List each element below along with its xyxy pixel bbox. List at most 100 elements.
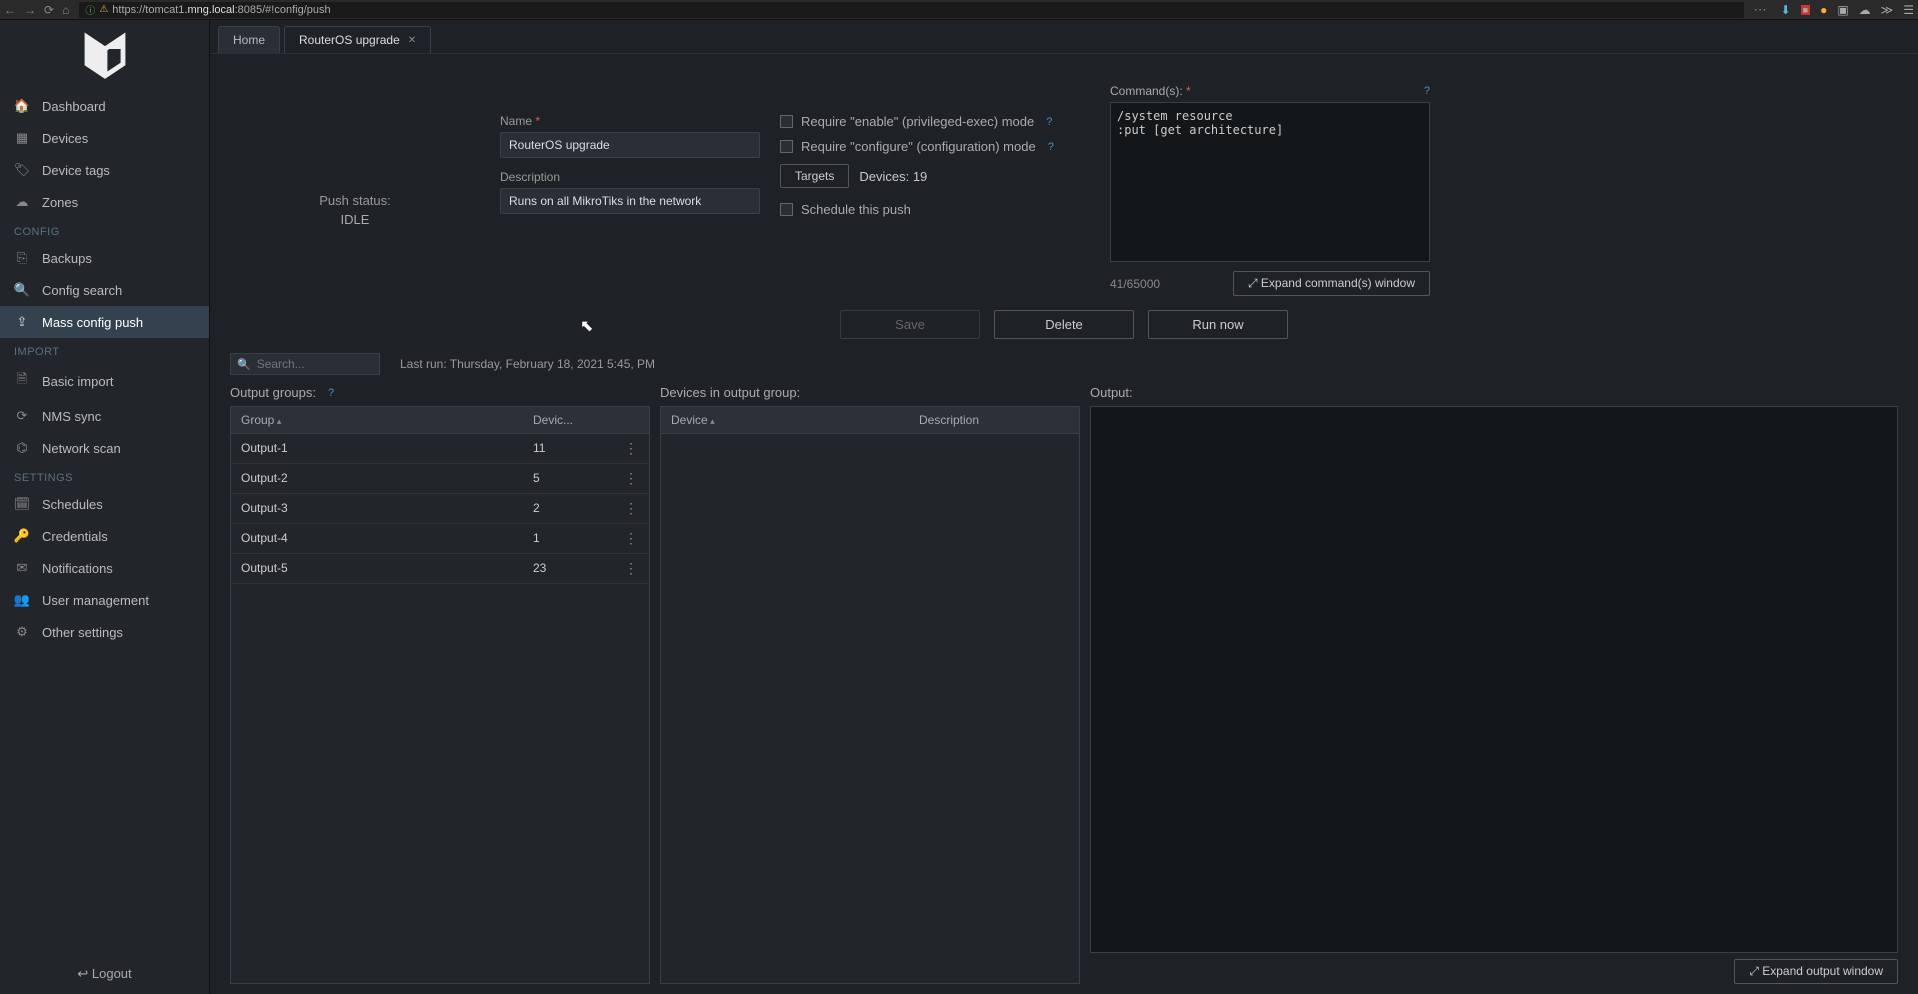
sidebar-item-user-management[interactable]: 👥 User management bbox=[0, 584, 209, 616]
search-box[interactable]: 🔍 bbox=[230, 353, 380, 375]
sidebar-item-schedules[interactable]: 🗓Schedules bbox=[0, 488, 209, 520]
logout-link[interactable]: ↩ Logout bbox=[77, 966, 131, 981]
mail-icon: ✉ bbox=[14, 560, 30, 576]
tab-home[interactable]: Home bbox=[218, 26, 280, 53]
browser-chrome: ← → ⟳ ⌂ ⓘ ⚠ https://tomcat1.mng.local:80… bbox=[0, 0, 1918, 20]
tags-icon: 🏷 bbox=[14, 162, 30, 178]
sidebar-item-label: Backups bbox=[42, 251, 92, 266]
enable-mode-label: Require "enable" (privileged-exec) mode bbox=[801, 114, 1034, 129]
sidebar-item-label: Schedules bbox=[42, 497, 103, 512]
back-icon[interactable]: ← bbox=[4, 3, 16, 17]
sidebar-item-label: Dashboard bbox=[42, 99, 106, 114]
table-row[interactable]: Output-523 ⋮ bbox=[231, 554, 649, 584]
cogs-icon: ⚙ bbox=[14, 624, 30, 640]
sidebar-item-label: User management bbox=[42, 593, 149, 608]
sidebar-item-notifications[interactable]: ✉Notifications bbox=[0, 552, 209, 584]
url-text: https://tomcat1.mng.local:8085/#!config/… bbox=[112, 4, 330, 16]
forward-icon[interactable]: → bbox=[24, 3, 36, 17]
group-count-cell: 5 bbox=[523, 464, 613, 493]
menu-icon[interactable]: ☰ bbox=[1903, 3, 1914, 17]
name-input[interactable] bbox=[500, 132, 760, 158]
sidebar-item-config-search[interactable]: 🔍Config search bbox=[0, 274, 209, 306]
sidebar-item-backups[interactable]: ⎘Backups bbox=[0, 242, 209, 274]
table-row[interactable]: Output-41⋮ bbox=[231, 524, 649, 554]
help-icon[interactable]: ? bbox=[1424, 85, 1430, 97]
group-count-cell: 23 bbox=[523, 554, 613, 583]
expand-output-button[interactable]: ⤢ Expand output window bbox=[1734, 959, 1898, 984]
run-now-button[interactable]: Run now bbox=[1148, 310, 1288, 339]
row-menu-icon[interactable]: ⋮ bbox=[624, 560, 638, 576]
help-icon[interactable]: ? bbox=[328, 387, 334, 399]
tachometer-icon: 🏠 bbox=[14, 98, 30, 114]
col-devices-header[interactable]: Devic... bbox=[523, 407, 613, 433]
row-menu-icon[interactable]: ⋮ bbox=[624, 500, 638, 516]
sidebar-item-devices[interactable]: ▦Devices bbox=[0, 122, 209, 154]
sidebar-item-network-scan[interactable]: ⌬Network scan bbox=[0, 432, 209, 464]
close-icon[interactable]: ✕ bbox=[408, 35, 416, 46]
ellipsis-icon[interactable]: ⋯ bbox=[1754, 2, 1767, 18]
sidebar-item-label: Other settings bbox=[42, 625, 123, 640]
col-group-header[interactable]: Group bbox=[231, 407, 523, 433]
sidebar-item-other-settings[interactable]: ⚙ Other settings bbox=[0, 616, 209, 648]
ext-icon-4[interactable]: ☁ bbox=[1859, 3, 1871, 17]
group-count-cell: 11 bbox=[523, 434, 613, 463]
overflow-icon[interactable]: ≫ bbox=[1881, 3, 1894, 17]
sidebar-item-nms-sync[interactable]: ⟳NMS sync bbox=[0, 400, 209, 432]
commands-textarea[interactable]: /system resource :put [get architecture] bbox=[1110, 102, 1430, 262]
download-icon[interactable]: ⬇ bbox=[1781, 3, 1791, 17]
users-icon: 👥 bbox=[14, 592, 30, 608]
col-description-header[interactable]: Description bbox=[909, 407, 1079, 433]
search-input[interactable] bbox=[257, 357, 373, 371]
sidebar-item-dashboard[interactable]: 🏠 Dashboard bbox=[0, 90, 209, 122]
table-row[interactable]: Output-25⋮ bbox=[231, 464, 649, 494]
ext-icon-1[interactable]: ■ bbox=[1801, 5, 1810, 15]
delete-button[interactable]: Delete bbox=[994, 310, 1134, 339]
sidebar-item-credentials[interactable]: 🔑Credentials bbox=[0, 520, 209, 552]
schedule-checkbox[interactable] bbox=[780, 203, 793, 216]
upload-icon: ⇪ bbox=[14, 314, 30, 330]
url-bar[interactable]: ⓘ ⚠ https://tomcat1.mng.local:8085/#!con… bbox=[79, 2, 1743, 18]
sidebar-item-label: Device tags bbox=[42, 163, 110, 178]
push-status-label: Push status: bbox=[319, 193, 391, 208]
schedule-label: Schedule this push bbox=[801, 202, 911, 217]
sidebar-item-label: Config search bbox=[42, 283, 122, 298]
expand-commands-button[interactable]: ⤢ Expand command(s) window bbox=[1233, 271, 1430, 296]
logo bbox=[0, 20, 209, 90]
sidebar-item-device-tags[interactable]: 🏷 Device tags bbox=[0, 154, 209, 186]
save-button[interactable]: Save bbox=[840, 310, 980, 339]
reload-icon[interactable]: ⟳ bbox=[44, 3, 54, 17]
sidebar-item-label: Zones bbox=[42, 195, 78, 210]
targets-button[interactable]: Targets bbox=[780, 164, 849, 188]
sitemap-icon: ⌬ bbox=[14, 440, 30, 456]
table-row[interactable]: Output-111⋮ bbox=[231, 434, 649, 464]
row-menu-icon[interactable]: ⋮ bbox=[624, 470, 638, 486]
configure-mode-checkbox[interactable] bbox=[780, 140, 793, 153]
ext-icon-3[interactable]: ▣ bbox=[1837, 3, 1848, 17]
nav-section-label: CONFIG bbox=[0, 218, 209, 242]
grid-icon: ▦ bbox=[14, 130, 30, 146]
warning-icon: ⚠ bbox=[99, 4, 108, 15]
help-icon[interactable]: ? bbox=[1048, 141, 1054, 153]
refresh-icon: ⟳ bbox=[14, 408, 30, 424]
output-groups-table: Group Devic... Output-111⋮Output-25⋮Outp… bbox=[230, 406, 650, 984]
tab-routeros-upgrade[interactable]: RouterOS upgrade✕ bbox=[284, 26, 431, 53]
last-run-text: Last run: Thursday, February 18, 2021 5:… bbox=[400, 357, 655, 371]
group-count-cell: 2 bbox=[523, 494, 613, 523]
help-icon[interactable]: ? bbox=[1046, 116, 1052, 128]
group-name-cell: Output-5 bbox=[231, 554, 523, 583]
col-device-header[interactable]: Device bbox=[661, 407, 909, 433]
row-menu-icon[interactable]: ⋮ bbox=[624, 440, 638, 456]
ext-icon-2[interactable]: ● bbox=[1820, 3, 1827, 17]
main-content: HomeRouterOS upgrade✕ Push status: IDLE … bbox=[210, 20, 1918, 994]
sidebar-item-mass-config-push[interactable]: ⇪Mass config push bbox=[0, 306, 209, 338]
char-count: 41/65000 bbox=[1110, 277, 1160, 291]
enable-mode-checkbox[interactable] bbox=[780, 115, 793, 128]
sidebar-item-basic-import[interactable]: 🗎Basic import bbox=[0, 362, 209, 400]
sidebar: 🏠 Dashboard ▦Devices 🏷 Device tags ☁ZonesCONF… bbox=[0, 20, 210, 994]
description-input[interactable] bbox=[500, 188, 760, 214]
group-name-cell: Output-3 bbox=[231, 494, 523, 523]
table-row[interactable]: Output-32 ⋮ bbox=[231, 494, 649, 524]
sidebar-item-zones[interactable]: ☁Zones bbox=[0, 186, 209, 218]
home-icon[interactable]: ⌂ bbox=[62, 3, 69, 17]
row-menu-icon[interactable]: ⋮ bbox=[624, 530, 638, 546]
